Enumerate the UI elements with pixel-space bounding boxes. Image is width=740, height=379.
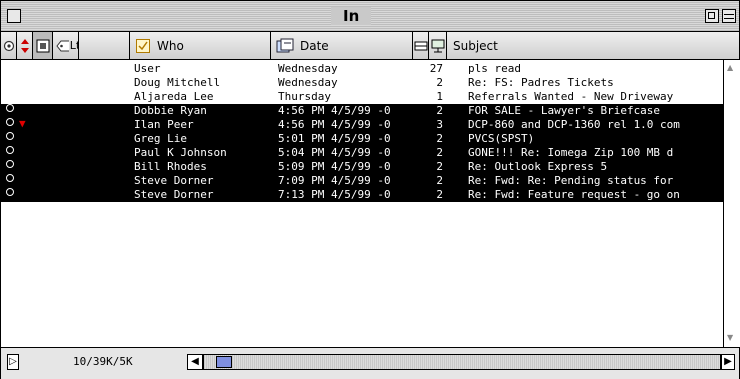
who-column-icon	[136, 38, 150, 53]
message-sender: Aljareda Lee	[134, 90, 214, 103]
message-subject: Re: FS: Padres Tickets	[468, 76, 614, 89]
message-date: 5:04 PM 4/5/99 -0	[278, 146, 391, 159]
message-sender: Bill Rhodes	[134, 160, 207, 173]
priority-mark-icon[interactable]: ▼	[19, 118, 26, 130]
subject-column-label: Subject	[453, 38, 498, 53]
horizontal-scroll-thumb[interactable]	[216, 356, 232, 368]
message-size: 2	[436, 146, 443, 159]
scroll-left-arrow-icon[interactable]: ◀	[187, 354, 203, 370]
priority-column-header[interactable]	[17, 32, 33, 59]
mailbox-size-info: 10/39K/5K	[73, 355, 133, 368]
collapse-box-icon[interactable]	[722, 9, 736, 23]
message-subject: Referrals Wanted - New Driveway	[468, 90, 674, 103]
message-row[interactable]: Steve Dorner 7:09 PM 4/5/99 -0 2 Re: Fwd: R…	[1, 174, 723, 188]
server-column-icon	[431, 39, 445, 52]
message-row[interactable]: Aljareda Lee Thursday 1 Referrals Wanted - …	[1, 90, 723, 104]
message-sender: Paul K Johnson	[134, 146, 227, 159]
message-date: 5:01 PM 4/5/99 -0	[278, 132, 391, 145]
horizontal-scrollbar[interactable]	[203, 354, 721, 370]
vertical-scrollbar[interactable]: ▲ ▼	[723, 60, 740, 347]
subject-column-header[interactable]: Subject	[447, 32, 723, 59]
message-size: 2	[436, 104, 443, 117]
status-dot-icon[interactable]	[6, 132, 14, 140]
message-subject: Re: Fwd: Re: Pending status for	[468, 174, 674, 187]
label-column-header[interactable]: Lt	[53, 32, 79, 59]
message-subject: Re: Fwd: Feature request - go on	[468, 188, 680, 201]
message-row[interactable]: Steve Dorner 7:13 PM 4/5/99 -0 2 Re: Fwd: F…	[1, 188, 723, 202]
message-row[interactable]: ▼ Ilan Peer 4:56 PM 4/5/99 -0 3 DCP-860 and …	[1, 118, 723, 132]
window-title: In	[331, 7, 372, 25]
size-column-icon	[414, 41, 428, 50]
date-column-header[interactable]: Date	[271, 32, 413, 59]
message-date: Wednesday	[278, 62, 338, 75]
message-date: 7:13 PM 4/5/99 -0	[278, 188, 391, 201]
date-column-icon	[276, 38, 294, 52]
message-sender: Steve Dorner	[134, 174, 214, 187]
message-subject: PVCS(SPST)	[468, 132, 535, 145]
message-row[interactable]: Greg Lie 5:01 PM 4/5/99 -0 2 PVCS(SPST)	[1, 132, 723, 146]
message-size: 2	[436, 188, 443, 201]
status-column-icon	[3, 40, 15, 51]
message-date: Wednesday	[278, 76, 338, 89]
message-size: 2	[436, 132, 443, 145]
message-sender: Greg Lie	[134, 132, 187, 145]
message-size: 3	[436, 118, 443, 131]
label-column-partial-text: Lt	[69, 39, 78, 52]
message-sender: User	[134, 62, 161, 75]
message-subject: pls read	[468, 62, 521, 75]
close-box-icon[interactable]	[7, 9, 21, 23]
status-column-header[interactable]	[1, 32, 17, 59]
message-subject: FOR SALE - Lawyer's Briefcase	[468, 104, 661, 117]
message-row[interactable]: User Wednesday 27 pls read	[1, 62, 723, 76]
server-column-header[interactable]	[429, 32, 447, 59]
preview-toggle-icon[interactable]: ▷	[7, 354, 19, 370]
date-column-label: Date	[300, 38, 329, 53]
message-row[interactable]: Bill Rhodes 5:09 PM 4/5/99 -0 2 Re: Outlook…	[1, 160, 723, 174]
attachment-column-header[interactable]	[33, 32, 53, 59]
message-sender: Doug Mitchell	[134, 76, 221, 89]
message-size: 1	[436, 90, 443, 103]
message-date: 4:56 PM 4/5/99 -0	[278, 118, 391, 131]
status-dot-icon[interactable]	[6, 118, 14, 126]
status-dot-icon[interactable]	[6, 174, 14, 182]
bottom-status-bar: ▷ 10/39K/5K ◀ ▶	[1, 347, 739, 379]
message-sender: Ilan Peer	[134, 118, 194, 131]
message-size: 27	[429, 62, 443, 75]
message-list[interactable]: User Wednesday 27 pls read Doug Mitchell Wedn…	[1, 60, 723, 347]
size-column-header[interactable]	[413, 32, 429, 59]
who-column-header[interactable]: Who	[129, 32, 271, 59]
message-date: 4:56 PM 4/5/99 -0	[278, 104, 391, 117]
column-header-bar: Lt Who Date Subject	[1, 32, 739, 60]
message-subject: DCP-860 and DCP-1360 rel 1.0 com	[468, 118, 680, 131]
status-dot-icon[interactable]	[6, 160, 14, 168]
status-dot-icon[interactable]	[6, 146, 14, 154]
title-bar[interactable]: In	[1, 1, 739, 32]
message-size: 2	[436, 76, 443, 89]
message-date: Thursday	[278, 90, 331, 103]
scroll-down-arrow-icon[interactable]: ▼	[727, 333, 733, 342]
scroll-up-arrow-icon[interactable]: ▲	[727, 63, 733, 72]
who-column-label: Who	[157, 38, 184, 53]
message-subject: Re: Outlook Express 5	[468, 160, 608, 173]
message-date: 7:09 PM 4/5/99 -0	[278, 174, 391, 187]
mailbox-window: In Lt Who Date Subject User Wednesday 27…	[0, 0, 740, 379]
message-row[interactable]: Doug Mitchell Wednesday 2 Re: FS: Padres Ti…	[1, 76, 723, 90]
scroll-right-arrow-icon[interactable]: ▶	[721, 354, 735, 370]
label-column-icon	[56, 40, 69, 51]
status-dot-icon[interactable]	[6, 188, 14, 196]
message-sender: Steve Dorner	[134, 188, 214, 201]
message-sender: Dobbie Ryan	[134, 104, 207, 117]
message-row[interactable]: Dobbie Ryan 4:56 PM 4/5/99 -0 2 FOR SALE - …	[1, 104, 723, 118]
message-date: 5:09 PM 4/5/99 -0	[278, 160, 391, 173]
message-subject: GONE!!! Re: Iomega Zip 100 MB d	[468, 146, 674, 159]
message-size: 2	[436, 174, 443, 187]
attachment-column-icon	[36, 39, 50, 52]
message-size: 2	[436, 160, 443, 173]
priority-column-icon	[21, 38, 29, 53]
status-dot-icon[interactable]	[6, 104, 14, 112]
message-row[interactable]: Paul K Johnson 5:04 PM 4/5/99 -0 2 GONE!!! …	[1, 146, 723, 160]
zoom-box-icon[interactable]	[705, 9, 719, 23]
